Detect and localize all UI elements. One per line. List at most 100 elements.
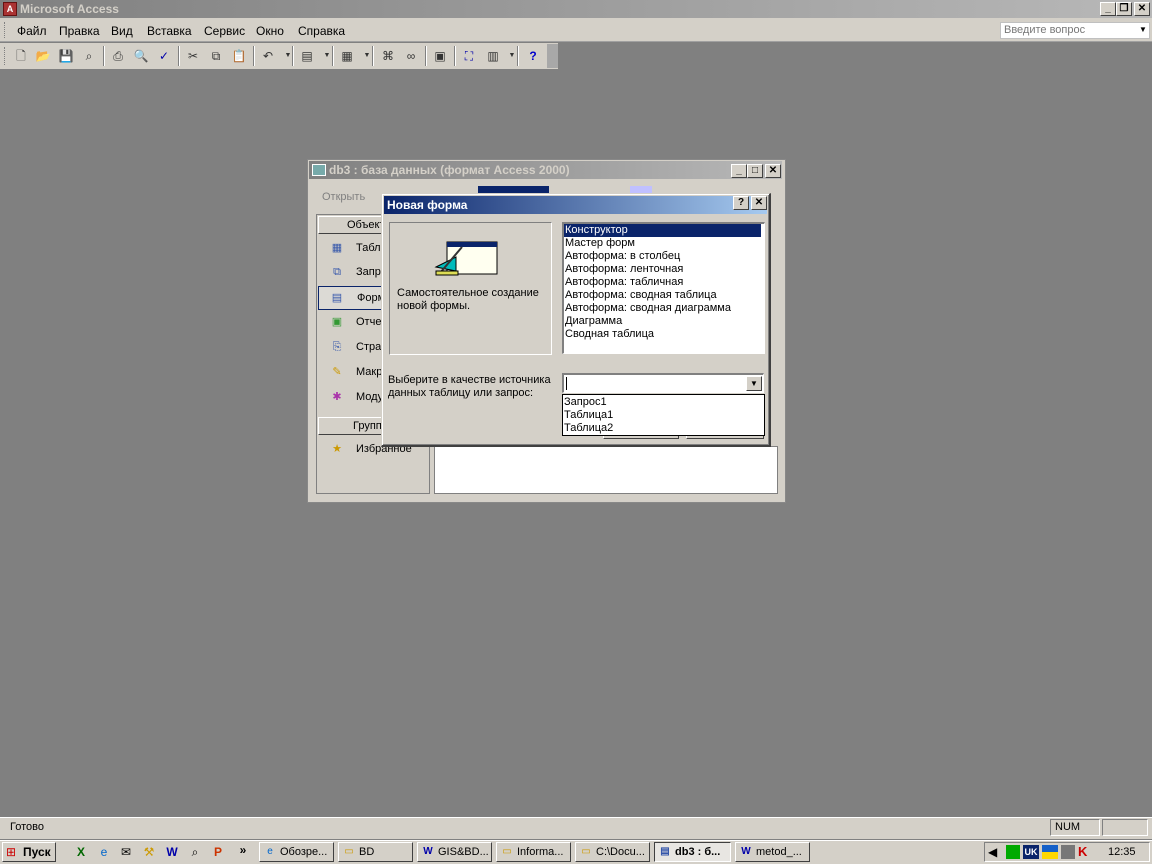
antivirus-icon[interactable]: K [1078, 844, 1087, 859]
wizard-option[interactable]: Конструктор [564, 224, 761, 237]
db-close-button[interactable]: ✕ [765, 164, 781, 178]
menu-help[interactable]: Справка [298, 24, 345, 38]
save-icon[interactable]: 💾 [56, 46, 76, 66]
macros-icon: ✎ [332, 366, 342, 378]
clock[interactable]: 12:35 [1108, 846, 1136, 858]
analyze-icon[interactable]: ▦ [337, 46, 357, 66]
db-minimize-button[interactable]: _ [731, 164, 747, 178]
status-num-panel: NUM [1050, 819, 1100, 836]
dialog-title: Новая форма [387, 198, 468, 212]
menu-edit[interactable]: Правка [59, 24, 100, 38]
wizard-option[interactable]: Диаграмма [564, 315, 761, 328]
task-button-metod[interactable]: Wmetod_... [735, 842, 810, 862]
wizard-option[interactable]: Автоформа: сводная диаграмма [564, 302, 761, 315]
word-icon[interactable]: W [163, 843, 181, 861]
new-icon[interactable]: 🗋 [11, 46, 31, 66]
wizard-option[interactable]: Автоформа: ленточная [564, 263, 761, 276]
new-object-icon[interactable]: ▥ [483, 46, 503, 66]
help-question-input[interactable]: Введите вопрос [1000, 22, 1150, 39]
menu-insert[interactable]: Вставка [147, 24, 192, 38]
help-dropdown-icon[interactable]: ▼ [1139, 25, 1147, 34]
copy-icon[interactable]: ⧉ [206, 46, 226, 66]
modules-icon: ✱ [332, 391, 342, 403]
ie-icon[interactable]: e [95, 843, 113, 861]
script-editor-icon[interactable]: ∞ [401, 46, 421, 66]
source-label: Выберите в качестве источника данных таб… [388, 374, 551, 399]
minimize-button[interactable]: _ [1100, 2, 1116, 16]
wizard-description: Самостоятельное создание новой формы. [397, 287, 539, 312]
flag-icon[interactable] [1042, 845, 1058, 859]
menu-window[interactable]: Окно [256, 24, 284, 38]
language-indicator[interactable]: UK [1023, 845, 1039, 859]
undo-icon[interactable]: ↶ [258, 46, 278, 66]
toolbar-separator [454, 46, 456, 66]
print-icon[interactable]: ⎙ [108, 46, 128, 66]
spelling-icon[interactable]: ✓ [154, 46, 174, 66]
restore-button[interactable]: ❐ [1116, 2, 1132, 16]
task-button-db3-active[interactable]: ▤ db3 : б... [654, 842, 731, 862]
task-button-docu[interactable]: ▭ C:\Docu... [575, 842, 650, 862]
task-button-gis[interactable]: W GIS&BD... [417, 842, 492, 862]
analyze-dropdown-icon[interactable]: ▼ [357, 46, 377, 66]
office-links-icon[interactable]: ▤ [297, 46, 317, 66]
print-preview-icon[interactable]: 🔍 [131, 46, 151, 66]
paste-icon[interactable]: 📋 [229, 46, 249, 66]
access-key-icon[interactable]: A [3, 2, 17, 16]
network-icon[interactable] [1061, 845, 1075, 859]
quick-launch-more-icon[interactable]: » [234, 841, 252, 859]
reports-icon: ▣ [331, 316, 343, 328]
toolbar-grip[interactable] [4, 47, 7, 65]
word-icon: W [423, 846, 433, 857]
wizard-option[interactable]: Автоформа: табличная [564, 276, 761, 289]
file-search-icon[interactable]: ⌕ [79, 46, 99, 66]
menu-grip[interactable] [4, 22, 7, 38]
dialog-help-button[interactable]: ? [733, 196, 749, 210]
help-icon[interactable]: ? [523, 46, 543, 66]
open-icon[interactable]: 📂 [33, 46, 53, 66]
db-maximize-button[interactable]: □ [747, 164, 763, 178]
status-bar [0, 817, 1152, 839]
toolbar-separator [178, 46, 180, 66]
task-button-bd[interactable]: ▭ BD [338, 842, 413, 862]
task-button-informa[interactable]: ▭ Informa... [496, 842, 571, 862]
start-button[interactable]: ⊞ Пуск [2, 842, 56, 862]
code-icon[interactable]: ⌘ [378, 46, 398, 66]
search-icon[interactable]: ⌕ [186, 843, 204, 861]
db-window-icon[interactable] [312, 164, 326, 176]
tray-app-icon[interactable] [1006, 845, 1020, 859]
outlook-icon[interactable]: ✉ [117, 843, 135, 861]
excel-icon[interactable]: X [72, 843, 90, 861]
dialog-close-button[interactable]: ✕ [751, 196, 767, 210]
menu-view[interactable]: Вид [111, 24, 133, 38]
close-button[interactable]: ✕ [1134, 2, 1150, 16]
toolbar-options-button[interactable] [547, 44, 558, 68]
forms-icon: ▤ [331, 292, 343, 304]
menu-file[interactable]: Файл [17, 24, 47, 38]
wizard-option[interactable]: Сводная таблица [564, 328, 761, 341]
office-links-dropdown-icon[interactable]: ▼ [317, 46, 337, 66]
cut-icon[interactable]: ✂ [183, 46, 203, 66]
menu-tools[interactable]: Сервис [204, 24, 245, 38]
db-window-title: db3 : база данных (формат Access 2000) [329, 163, 570, 177]
combo-dropdown-button[interactable]: ▼ [746, 376, 762, 391]
db-window-title-bar: db3 : база данных (формат Access 2000) [309, 161, 782, 179]
source-option[interactable]: Таблица2 [564, 422, 613, 435]
new-object-dropdown-icon[interactable]: ▼ [502, 46, 522, 66]
db-open-button[interactable]: Открыть [322, 191, 365, 203]
properties-icon[interactable]: ▣ [430, 46, 450, 66]
wizard-option[interactable]: Автоформа: сводная таблица [564, 289, 761, 302]
relationships-icon[interactable]: ⛶ [459, 46, 479, 66]
source-option[interactable]: Таблица1 [564, 409, 613, 422]
wizard-option[interactable]: Мастер форм [564, 237, 761, 250]
undo-dropdown-icon[interactable]: ▼ [278, 46, 298, 66]
volume-icon[interactable]: ◀ [988, 845, 997, 859]
source-option[interactable]: Запрос1 [564, 396, 607, 409]
wizard-option[interactable]: Автоформа: в столбец [564, 250, 761, 263]
source-combo[interactable]: ▼ [562, 373, 764, 393]
db-objects-list[interactable] [434, 446, 778, 494]
status-text: Готово [10, 821, 44, 833]
app-title: Microsoft Access [20, 2, 119, 16]
tool-icon[interactable]: ⚒ [140, 843, 158, 861]
powerpoint-icon[interactable]: P [209, 843, 227, 861]
task-button-explorer[interactable]: e Обозре... [259, 842, 334, 862]
